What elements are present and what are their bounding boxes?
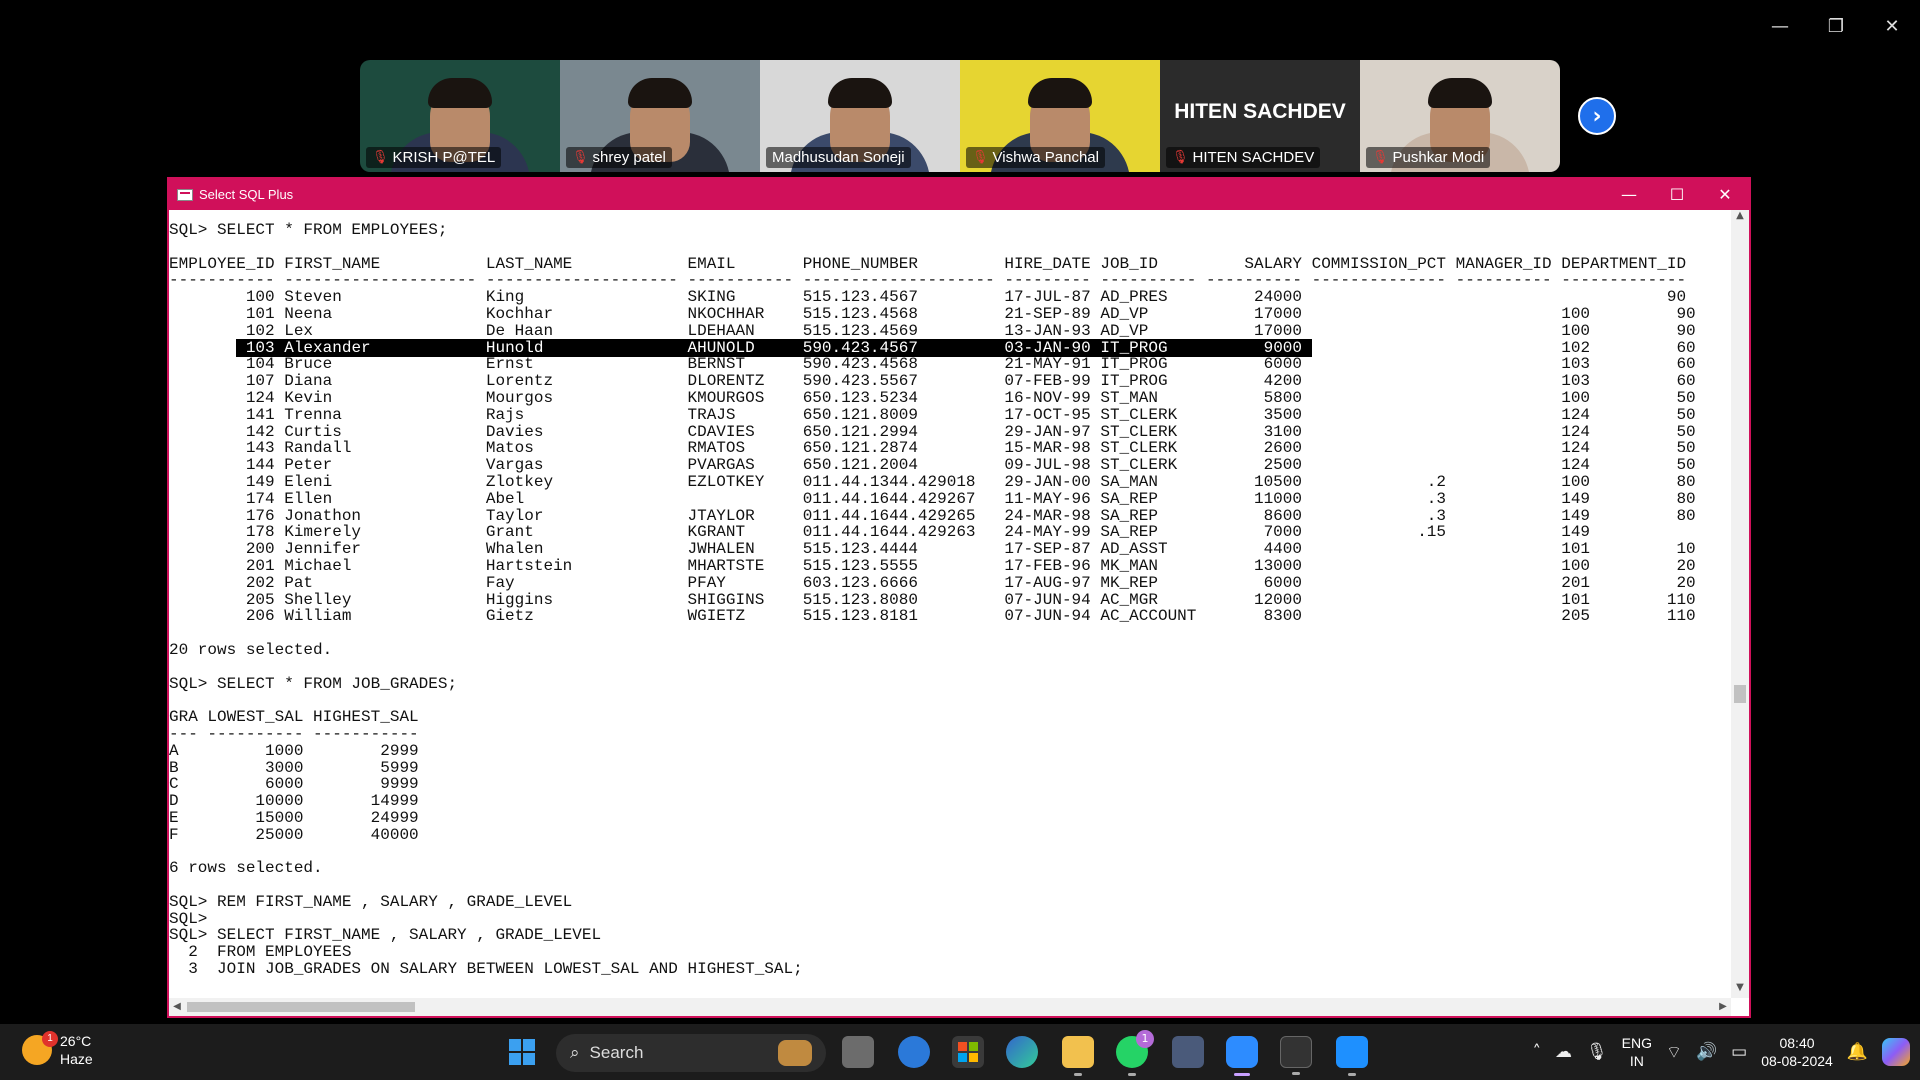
participant-hair — [828, 78, 892, 108]
start-windows-icon[interactable] — [506, 1036, 538, 1068]
participant-tile[interactable]: 🎙 Vishwa Panchal — [960, 60, 1160, 172]
onedrive-cloud-icon[interactable]: ☁ — [1555, 1042, 1572, 1062]
microsoft-store-icon[interactable] — [952, 1036, 984, 1068]
whatsapp-icon[interactable]: 1 — [1116, 1030, 1154, 1076]
participant-strip: 🎙 KRISH P@TEL 🎙 shrey patel Madhusudan Sonej… — [360, 60, 1560, 172]
notification-bell-icon[interactable]: 🔔 — [1847, 1042, 1868, 1062]
search-icon: ⌕ — [570, 1043, 580, 1063]
terminal-icon[interactable] — [1280, 1036, 1312, 1075]
participant-hair — [1028, 78, 1092, 108]
vertical-scroll-thumb[interactable] — [1734, 685, 1746, 703]
console-output-before: SQL> SELECT * FROM EMPLOYEES; EMPLOYEE_I… — [169, 221, 1696, 340]
selected-row-highlight: 103 Alexander Hunold AHUNOLD 590.423.456… — [236, 338, 1312, 357]
participant-display-name: HITEN SACHDEV — [1174, 100, 1346, 123]
search-placeholder: Search — [589, 1043, 644, 1062]
file-explorer-icon[interactable] — [1062, 1036, 1094, 1076]
zoom-minimize-button[interactable]: — — [1752, 0, 1808, 52]
participant-hair — [1428, 78, 1492, 108]
muted-mic-icon: 🎙 — [572, 150, 589, 165]
participant-name: KRISH P@TEL — [392, 149, 496, 166]
participant-name-tag: 🎙 Pushkar Modi — [1366, 147, 1491, 168]
participant-hair — [628, 78, 692, 108]
system-tray: ˄ ☁ 🎙 ENG IN ⌔ 🔊 ▭ 08:40 08-08-2024 🔔 — [1533, 1024, 1920, 1080]
muted-mic-icon: 🎙 — [372, 150, 389, 165]
weather-sun-icon: 1 — [22, 1031, 58, 1065]
muted-mic-icon: 🎙 — [1172, 150, 1189, 165]
sqlplus-titlebar[interactable]: Select SQL Plus — ☐ ✕ — [169, 179, 1749, 210]
microphone-icon[interactable]: 🎙 — [1586, 1042, 1608, 1062]
show-hidden-icons-chevron-icon[interactable]: ˄ — [1533, 1042, 1542, 1062]
console-highlighted-line: 103 Alexander Hunold AHUNOLD 590.423.456… — [236, 338, 1696, 357]
taskbar-search-box[interactable]: ⌕ Search — [556, 1034, 826, 1072]
task-view-icon[interactable] — [842, 1036, 874, 1068]
participant-name-tag: 🎙 Vishwa Panchal — [966, 147, 1105, 168]
participant-name-tag: Madhusudan Soneji — [766, 147, 911, 168]
wifi-icon[interactable]: ⌔ — [1666, 1042, 1682, 1063]
edge-browser-icon[interactable] — [1006, 1036, 1038, 1068]
clock-time: 08:40 — [1779, 1035, 1815, 1051]
participant-name: HITEN SACHDEV — [1192, 149, 1315, 166]
language-indicator[interactable]: ENG IN — [1622, 1034, 1652, 1070]
taskbar: 1 26°C Haze ⌕ Search 1 ˄ ☁ 🎙 ENG IN ⌔ 🔊 … — [0, 1024, 1920, 1080]
clock-date: 08-08-2024 — [1761, 1053, 1833, 1069]
participant-name: Madhusudan Soneji — [772, 149, 905, 166]
horizontal-scroll-thumb[interactable] — [187, 1002, 415, 1012]
sqlplus-window: Select SQL Plus — ☐ ✕ SQL> SELECT * FROM… — [167, 177, 1751, 1018]
sqlplus-app-icon — [177, 188, 193, 201]
weather-condition: Haze — [60, 1051, 93, 1067]
sqlplus-console[interactable]: SQL> SELECT * FROM EMPLOYEES; EMPLOYEE_I… — [169, 210, 1731, 998]
participant-name: shrey patel — [592, 149, 666, 166]
weather-temperature: 26°C — [60, 1033, 92, 1049]
whatsapp-badge: 1 — [1136, 1030, 1154, 1048]
language-code: ENG — [1621, 1035, 1652, 1051]
zoom-window-controls: — ❐ ✕ — [1752, 0, 1920, 52]
participant-name-tag: 🎙 KRISH P@TEL — [366, 147, 502, 168]
muted-mic-icon: 🎙 — [972, 150, 989, 165]
scroll-right-icon[interactable]: ▶ — [1715, 998, 1731, 1016]
participant-tile[interactable]: HITEN SACHDEV 🎙 HITEN SACHDEV — [1160, 60, 1360, 172]
language-region: IN — [1629, 1053, 1644, 1069]
photos-icon[interactable] — [1336, 1036, 1368, 1076]
next-participants-button[interactable]: › — [1578, 97, 1616, 135]
search-highlight-cat-icon — [778, 1040, 812, 1066]
sqlplus-close-button[interactable]: ✕ — [1701, 179, 1749, 210]
participant-tile[interactable]: 🎙 KRISH P@TEL — [360, 60, 560, 172]
participant-tile[interactable]: 🎙 shrey patel — [560, 60, 760, 172]
weather-widget[interactable]: 1 26°C Haze — [22, 1031, 93, 1068]
scroll-up-icon[interactable]: ▲ — [1731, 210, 1749, 226]
safari-icon[interactable] — [898, 1036, 930, 1068]
sqlplus-window-title: Select SQL Plus — [199, 187, 294, 202]
participant-name: Vishwa Panchal — [992, 149, 1099, 166]
volume-icon[interactable]: 🔊 — [1696, 1042, 1717, 1062]
scroll-left-icon[interactable]: ◀ — [169, 998, 185, 1016]
participant-name-tag: 🎙 shrey patel — [566, 147, 672, 168]
copilot-icon[interactable] — [1882, 1038, 1910, 1066]
clock[interactable]: 08:40 08-08-2024 — [1761, 1034, 1833, 1070]
participant-name-tag: 🎙 HITEN SACHDEV — [1166, 147, 1321, 168]
participant-hair — [428, 78, 492, 108]
sqlplus-taskbar-icon[interactable] — [1172, 1036, 1204, 1068]
horizontal-scrollbar[interactable]: ◀ ▶ — [169, 998, 1731, 1016]
muted-mic-icon: 🎙 — [1372, 150, 1389, 165]
sqlplus-maximize-button[interactable]: ☐ — [1653, 179, 1701, 210]
participant-name: Pushkar Modi — [1392, 149, 1485, 166]
battery-icon[interactable]: ▭ — [1731, 1042, 1747, 1062]
zoom-icon[interactable] — [1226, 1036, 1258, 1076]
zoom-restore-button[interactable]: ❐ — [1808, 0, 1864, 52]
participant-tile[interactable]: 🎙 Pushkar Modi — [1360, 60, 1560, 172]
sqlplus-minimize-button[interactable]: — — [1605, 179, 1653, 210]
zoom-close-button[interactable]: ✕ — [1864, 0, 1920, 52]
weather-badge: 1 — [42, 1031, 58, 1047]
participant-tile[interactable]: Madhusudan Soneji — [760, 60, 960, 172]
console-output-after: 104 Bruce Ernst BERNST 590.423.4568 21-M… — [169, 355, 1696, 979]
vertical-scrollbar[interactable]: ▲ ▼ — [1731, 210, 1749, 998]
scroll-down-icon[interactable]: ▼ — [1731, 982, 1749, 998]
